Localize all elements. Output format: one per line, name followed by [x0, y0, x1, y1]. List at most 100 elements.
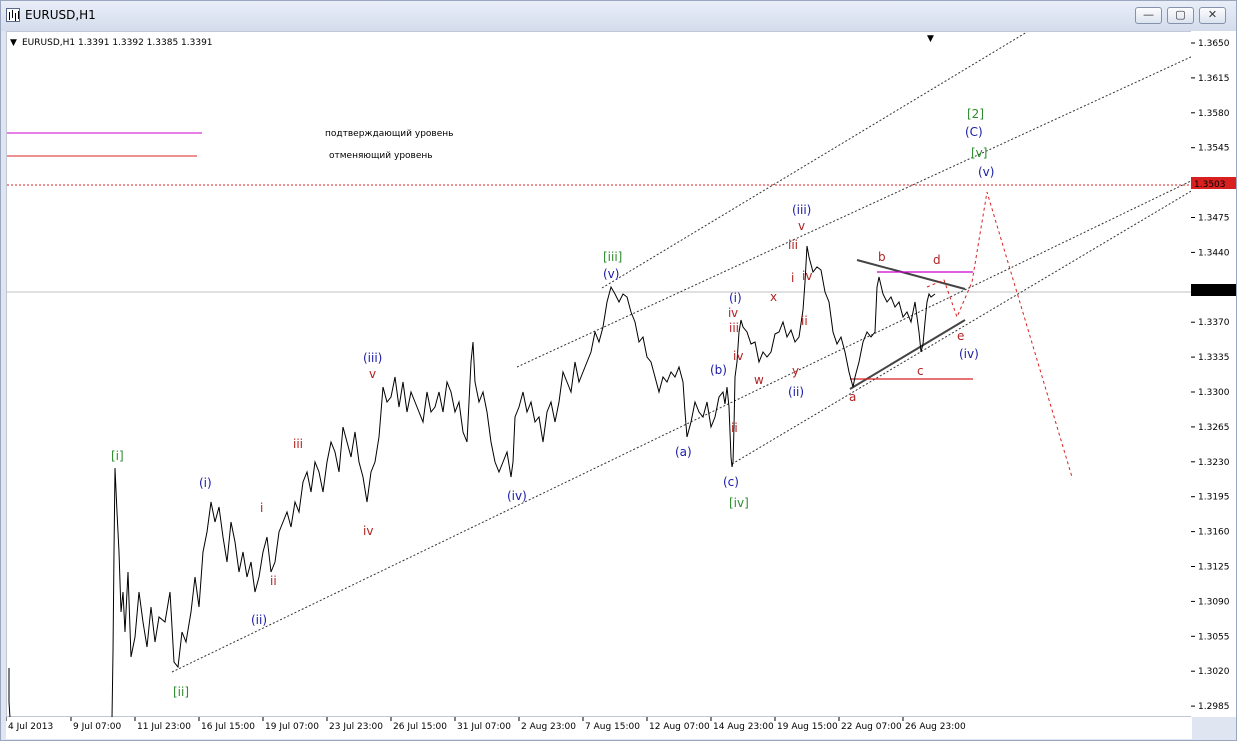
price-series — [8, 245, 936, 718]
wave-label: ii — [801, 314, 808, 328]
wave-labels: [i] [ii] [iii] [iv] [v] [2] (C) (i) (ii) (iii) (iv… — [111, 107, 994, 699]
level-price-text: 1.3503 — [1194, 180, 1226, 190]
wave-label: x — [770, 290, 777, 304]
wave-label: (a) — [675, 445, 692, 459]
y-tick-label: 1.3300 — [1198, 388, 1230, 398]
y-tick-label: 1.3545 — [1198, 144, 1230, 154]
confirm-level-text: подтверждающий уровень — [325, 129, 453, 139]
wave-label: i — [791, 271, 794, 285]
wave-label: (iv) — [959, 347, 979, 361]
current-price-text: 1.3391 — [1194, 287, 1226, 297]
wave-label: a — [849, 390, 856, 404]
wave-label: [iii] — [603, 250, 622, 264]
x-tick-label: 2 Aug 23:00 — [521, 722, 576, 732]
wave-label: [2] — [967, 107, 984, 121]
wave-label: iv — [802, 269, 812, 283]
x-tick-label: 16 Jul 15:00 — [201, 722, 255, 732]
y-tick-label: 1.3475 — [1198, 214, 1230, 224]
wave-label: (v) — [978, 165, 994, 179]
x-tick-label: 22 Aug 07:00 — [841, 722, 902, 732]
wave-label: v — [798, 219, 805, 233]
y-tick-label: 1.3335 — [1198, 353, 1230, 363]
triangle-upper-line — [856, 259, 966, 290]
wave-label: (C) — [965, 125, 983, 139]
wave-label: iv — [363, 524, 373, 538]
x-tick-label: 12 Aug 07:00 — [649, 722, 710, 732]
wave-label: e — [957, 329, 964, 343]
x-tick-label: 4 Jul 2013 — [8, 722, 53, 732]
x-tick-label: 23 Jul 23:00 — [329, 722, 383, 732]
y-tick-label: 1.3230 — [1198, 458, 1230, 468]
y-tick-label: 1.3580 — [1198, 109, 1230, 119]
y-tick-label: 1.3650 — [1198, 39, 1230, 49]
wave-label: (i) — [199, 476, 212, 490]
wave-label: c — [917, 364, 924, 378]
x-tick-label: 14 Aug 23:00 — [713, 722, 774, 732]
x-tick-label: 19 Aug 15:00 — [777, 722, 838, 732]
wave-label: (ii) — [251, 613, 267, 627]
channel-middle-line — [516, 55, 1193, 368]
wave-label: iii — [729, 321, 739, 335]
channel-lower-line — [171, 179, 1193, 673]
x-tick-label: 26 Aug 23:00 — [905, 722, 966, 732]
wave-label: (i) — [729, 291, 742, 305]
wave-label: i — [260, 501, 263, 515]
y-tick-label: 1.3160 — [1198, 528, 1230, 538]
x-tick-label: 26 Jul 15:00 — [393, 722, 447, 732]
window-title: EURUSD,H1 — [25, 8, 96, 22]
wave-label: iii — [788, 238, 798, 252]
price-axis-panel: 1.36501.36151.35801.35451.35101.34751.34… — [1191, 31, 1236, 717]
x-tick-label: 9 Jul 07:00 — [73, 722, 122, 732]
wave-label: b — [878, 250, 886, 264]
wave-label: [ii] — [173, 685, 189, 699]
chart-header-arrow-icon: ▼ — [10, 38, 17, 48]
scroll-marker-icon: ▼ — [927, 34, 934, 44]
wave-label: ii — [731, 421, 738, 435]
x-tick-label: 7 Aug 15:00 — [585, 722, 640, 732]
y-tick-label: 1.3195 — [1198, 493, 1230, 503]
wave-label: iii — [293, 437, 303, 451]
y-tick-label: 1.3125 — [1198, 563, 1230, 573]
chart-window-icon — [6, 8, 20, 22]
terminal-window: EURUSD,H1 — ▢ ✕ ▼ EURUSD,H1 1.3391 1.339… — [0, 0, 1237, 741]
time-axis-panel: 4 Jul 2013 9 Jul 07:00 11 Jul 23:00 16 Jul … — [6, 717, 1192, 739]
wave-label: (iii) — [792, 203, 811, 217]
wave-label: (b) — [710, 363, 727, 377]
wave-label: y — [792, 364, 799, 378]
y-tick-label: 1.3615 — [1198, 74, 1230, 84]
wave-label: (iii) — [363, 351, 382, 365]
wave-label: (c) — [723, 475, 739, 489]
y-tick-label: 1.3370 — [1198, 318, 1230, 328]
wave-label: [iv] — [729, 496, 749, 510]
chart-header: EURUSD,H1 1.3391 1.3392 1.3385 1.3391 — [22, 38, 213, 48]
restore-button[interactable]: ▢ — [1167, 7, 1194, 24]
title-bar[interactable]: EURUSD,H1 — ▢ ✕ — [1, 1, 1236, 31]
wave-label: d — [933, 253, 941, 267]
wave-label: [v] — [971, 146, 987, 160]
wave-label: (v) — [603, 267, 619, 281]
y-tick-label: 1.3090 — [1198, 597, 1230, 607]
y-tick-label: 1.2985 — [1198, 702, 1230, 712]
y-tick-label: 1.3440 — [1198, 248, 1230, 258]
wave-label: w — [754, 373, 764, 387]
chart-area[interactable]: ▼ EURUSD,H1 1.3391 1.3392 1.3385 1.3391 … — [6, 31, 1193, 718]
wave-label: v — [731, 306, 738, 320]
x-tick-label: 31 Jul 07:00 — [457, 722, 511, 732]
wave-label: ii — [270, 574, 277, 588]
wave-label: (iv) — [507, 489, 527, 503]
close-button[interactable]: ✕ — [1199, 7, 1226, 24]
y-tick-label: 1.3020 — [1198, 667, 1230, 677]
x-tick-label: 11 Jul 23:00 — [137, 722, 191, 732]
minimize-button[interactable]: — — [1135, 7, 1162, 24]
cancel-level-text: отменяющий уровень — [329, 151, 433, 161]
projection-path — [926, 191, 1073, 478]
price-chart[interactable]: ▼ EURUSD,H1 1.3391 1.3392 1.3385 1.3391 … — [7, 32, 1193, 718]
channel-upper-line — [601, 32, 1028, 289]
x-tick-label: 19 Jul 07:00 — [265, 722, 319, 732]
wave-label: iv — [733, 349, 743, 363]
wave-label: (ii) — [788, 385, 804, 399]
y-tick-label: 1.3265 — [1198, 423, 1230, 433]
wave-label: [i] — [111, 449, 124, 463]
wave-label: v — [369, 367, 376, 381]
y-tick-label: 1.3055 — [1198, 632, 1230, 642]
